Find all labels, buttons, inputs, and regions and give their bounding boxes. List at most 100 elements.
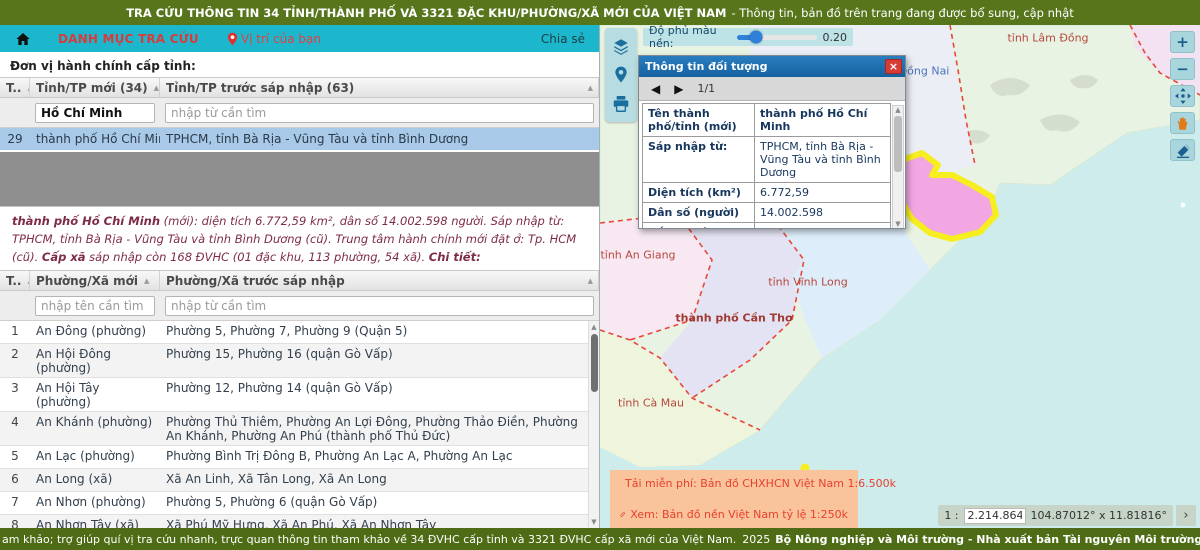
province-col-old[interactable]: Tỉnh/TP trước sáp nhập (63) xyxy=(160,78,599,97)
locate-pin-icon[interactable] xyxy=(610,64,632,86)
popup-scrollbar[interactable]: ▲ ▼ xyxy=(892,105,904,229)
scroll-down-icon[interactable]: ▼ xyxy=(895,220,900,228)
navbar: DANH MỤC TRA CỨU Vị trí của bạn Chia sẻ xyxy=(0,25,599,52)
ward-col-index[interactable]: T..▲▼ xyxy=(0,271,30,290)
province-new-filter-input[interactable] xyxy=(35,103,155,123)
popup-title: Thông tin đối tượng xyxy=(645,60,768,73)
status-bar: am khảo; trợ giúp quí vị tra cứu nhanh, … xyxy=(0,528,1200,550)
cursor-coordinates: 104.87012° x 11.81816° xyxy=(1031,509,1167,522)
table-row[interactable]: 2An Hội Đông (phường)Phường 15, Phường 1… xyxy=(0,344,599,378)
map-notice-box: Tải miễn phí: Bản đồ CHXHCN Việt Nam 1:6… xyxy=(610,470,858,528)
map-area: tỉnh Lâm ĐồngĐồng Naitỉnh An Giangtỉnh V… xyxy=(600,25,1200,528)
zoom-out-icon[interactable]: − xyxy=(1170,58,1195,80)
table-row[interactable]: 6An Long (xã)Xã An Linh, Xã Tân Long, Xã… xyxy=(0,469,599,492)
close-icon[interactable]: × xyxy=(885,59,902,74)
nav-item-danh-muc-tra-cuu[interactable]: DANH MỤC TRA CỨU xyxy=(58,32,199,46)
province-filter-row xyxy=(0,98,599,128)
scroll-up-icon[interactable]: ▲ xyxy=(895,106,900,114)
app-window: TRA CỨU THÔNG TIN 34 TỈNH/THÀNH PHỐ VÀ 3… xyxy=(0,0,1200,550)
sort-asc-icon: ▲ xyxy=(588,84,593,92)
popup-pager: ◀ ▶ 1/1 xyxy=(639,77,905,101)
table-row[interactable]: 3An Hội Tây (phường)Phường 12, Phường 14… xyxy=(0,378,599,412)
popup-row-label: Dân số (người) xyxy=(643,203,755,223)
opacity-slider[interactable] xyxy=(737,35,816,40)
popup-row-label: Sáp nhập từ: xyxy=(643,137,755,183)
popup-title-bar[interactable]: Thông tin đối tượng × xyxy=(639,56,905,77)
ward-table-body: 1An Đông (phường)Phường 5, Phường 7, Phư… xyxy=(0,321,599,528)
popup-row-label: Tên thành phố/tỉnh (mới) xyxy=(643,104,755,137)
table-row[interactable]: 7An Nhơn (phường)Phường 5, Phường 6 (quậ… xyxy=(0,492,599,515)
empty-table-area xyxy=(0,152,599,207)
slider-knob[interactable] xyxy=(750,31,763,44)
small-island xyxy=(1181,203,1186,208)
province-table-header: T..▲▼ Tỉnh/TP mới (34)▲ Tỉnh/TP trước sá… xyxy=(0,77,599,98)
eraser-icon[interactable] xyxy=(1170,139,1195,161)
scale-input[interactable] xyxy=(964,508,1026,524)
opacity-value: 0.20 xyxy=(823,31,848,44)
left-panel: DANH MỤC TRA CỨU Vị trí của bạn Chia sẻ … xyxy=(0,25,600,528)
sort-asc-icon: ▲ xyxy=(144,277,149,285)
province-col-index[interactable]: T..▲▼ xyxy=(0,78,30,97)
opacity-slider-bar: Độ phủ màu nền: 0.20 xyxy=(643,28,853,46)
home-icon[interactable] xyxy=(14,31,32,47)
province-col-new[interactable]: Tỉnh/TP mới (34)▲ xyxy=(30,78,160,97)
nav-item-your-location[interactable]: Vị trí của bạn xyxy=(227,32,321,46)
status-text-left: am khảo; trợ giúp quí vị tra cứu nhanh, … xyxy=(2,533,736,546)
download-map-link[interactable]: Tải miễn phí: Bản đồ CHXHCN Việt Nam 1:6… xyxy=(620,477,848,490)
popup-body: Tên thành phố/tỉnh (mới)thành phố Hồ Chí… xyxy=(639,103,905,229)
popup-row-value: thành phố Hồ Chí Minh xyxy=(755,104,890,137)
ward-table-scrollbar[interactable]: ▲ ▼ xyxy=(588,321,599,528)
province-row-index: 29 xyxy=(0,132,30,146)
sort-asc-icon: ▲ xyxy=(588,277,593,285)
link-icon xyxy=(620,508,625,521)
layers-icon[interactable] xyxy=(610,35,632,57)
table-row[interactable]: 1An Đông (phường)Phường 5, Phường 7, Phư… xyxy=(0,321,599,344)
table-row[interactable]: 4An Khánh (phường)Phường Thủ Thiêm, Phườ… xyxy=(0,412,599,446)
page-title-bar: TRA CỨU THÔNG TIN 34 TỈNH/THÀNH PHỐ VÀ 3… xyxy=(0,0,1200,25)
popup-row-value: TPHCM, tỉnh Bà Rịa - Vũng Tàu và tỉnh Bì… xyxy=(755,137,890,183)
sort-asc-icon: ▲ xyxy=(154,84,159,92)
ward-table-header: T..▲▼ Phường/Xã mới▲ Phường/Xã trước sáp… xyxy=(0,270,599,291)
ward-new-filter-input[interactable] xyxy=(35,296,155,316)
popup-row-value: 14.002.598 xyxy=(755,203,890,223)
opacity-label: Độ phủ màu nền: xyxy=(649,25,731,50)
scroll-up-icon[interactable]: ▲ xyxy=(591,323,596,331)
view-basemap-link[interactable]: Xem: Bản đồ nền Việt Nam tỷ lệ 1:250k xyxy=(620,508,848,521)
popup-row-label: Cấp xã sáp nhập còn: xyxy=(643,223,755,229)
province-section-heading: Đơn vị hành chính cấp tỉnh: xyxy=(0,52,599,77)
table-row[interactable]: 5An Lạc (phường)Phường Bình Trị Đông B, … xyxy=(0,446,599,469)
share-button[interactable]: Chia sẻ xyxy=(541,32,585,46)
scrollbar-thumb[interactable] xyxy=(591,334,598,392)
location-pin-icon xyxy=(227,32,238,46)
ward-filter-row xyxy=(0,291,599,321)
popup-row-label: Diện tích (km²) xyxy=(643,183,755,203)
next-page-icon[interactable]: ▶ xyxy=(674,82,683,96)
popup-row-value: 168 ĐVHC (01 đặc khu, 113 phường, 54 xã) xyxy=(755,223,890,229)
scale-next-button[interactable]: › xyxy=(1176,505,1196,526)
ward-old-filter-input[interactable] xyxy=(165,296,594,316)
print-icon[interactable] xyxy=(610,93,632,115)
popup-page-indicator: 1/1 xyxy=(697,82,715,95)
ward-col-old[interactable]: Phường/Xã trước sáp nhập xyxy=(160,271,599,290)
nav-location-label: Vị trí của bạn xyxy=(241,32,321,46)
province-old-filter-input[interactable] xyxy=(165,103,594,123)
page-subtitle: - Thông tin, bản đồ trên trang đang được… xyxy=(731,6,1073,20)
lookup-panel: Đơn vị hành chính cấp tỉnh: T..▲▼ Tỉnh/T… xyxy=(0,52,599,528)
zoom-in-icon[interactable]: + xyxy=(1170,31,1195,53)
scroll-down-icon[interactable]: ▼ xyxy=(591,518,596,526)
hand-drag-icon[interactable] xyxy=(1170,112,1195,134)
ward-col-new[interactable]: Phường/Xã mới▲ xyxy=(30,271,160,290)
scale-prefix: 1 : xyxy=(944,509,958,522)
popup-row-value: 6.772,59 xyxy=(755,183,890,203)
pan-move-icon[interactable] xyxy=(1170,85,1195,107)
table-row[interactable]: 8An Nhơn Tây (xã)Xã Phú Mỹ Hưng, Xã An P… xyxy=(0,515,599,528)
page-title: TRA CỨU THÔNG TIN 34 TỈNH/THÀNH PHỐ VÀ 3… xyxy=(126,6,726,20)
map-scale-bar: 1 : 104.87012° x 11.81816° xyxy=(938,505,1173,526)
province-row-selected[interactable]: 29 thành phố Hồ Chí Minh TPHCM, tỉnh Bà … xyxy=(0,128,599,152)
feature-info-popup: Thông tin đối tượng × ◀ ▶ 1/1 Tên thành … xyxy=(638,55,906,229)
status-organization: Bộ Nông nghiệp và Môi trường - Nhà xuất … xyxy=(775,533,1200,546)
prev-page-icon[interactable]: ◀ xyxy=(651,82,660,96)
province-description: thành phố Hồ Chí Minh (mới): diện tích 6… xyxy=(0,207,599,270)
status-year: 2025 xyxy=(742,533,770,546)
scrollbar-thumb[interactable] xyxy=(894,116,902,172)
